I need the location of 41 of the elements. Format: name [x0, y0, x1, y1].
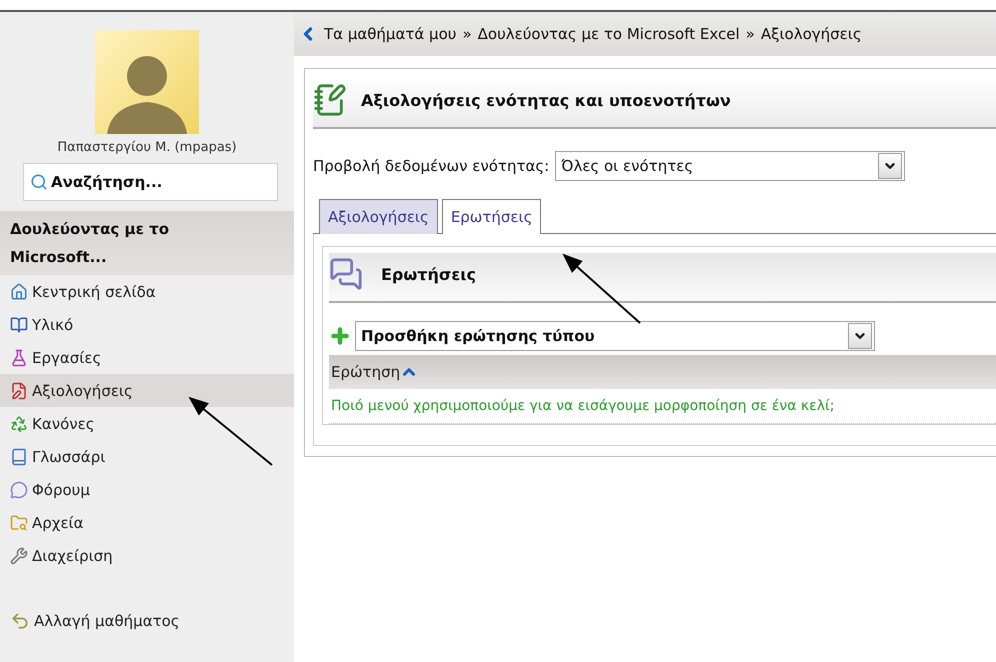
user-name: Παπαστεργίου Μ. (mpapas): [56, 140, 238, 155]
notepad-pencil-icon: [10, 382, 28, 400]
filter-label: Προβολή δεδομένων ενότητας:: [313, 157, 550, 175]
question-link[interactable]: Ποιό μενού χρησιμοποιούμε για να εισάγουμε μορφοποίηση σε ένα κελί;: [329, 389, 996, 424]
column-header[interactable]: Ερώτηση: [329, 355, 996, 389]
breadcrumb-link[interactable]: Δουλεύοντας με το Microsoft Excel: [478, 25, 740, 43]
plus-icon: [329, 325, 351, 347]
curved-arrow-icon: [10, 610, 30, 630]
tab[interactable]: Αξιολογήσεις: [319, 199, 438, 234]
flask-icon: [10, 348, 28, 366]
change-course-link[interactable]: Αλλαγή μαθήματος: [0, 604, 294, 637]
speech-bubble-icon: [10, 480, 28, 498]
wrench-icon: [10, 546, 28, 564]
sidebar-item[interactable]: Γλωσσάρι: [0, 440, 294, 473]
sidebar-item[interactable]: Φόρουμ: [0, 473, 294, 506]
folder-magnifier-icon: [10, 514, 28, 532]
question-type-dropdown[interactable]: Προσθήκη ερώτησης τύπου: [355, 321, 875, 351]
sidebar-item[interactable]: Εργασίες: [0, 341, 294, 374]
sidebar-item[interactable]: Κεντρική σελίδα: [0, 275, 294, 308]
section-title: Ερωτήσεις: [381, 264, 476, 284]
breadcrumb-link[interactable]: Αξιολογήσεις: [760, 25, 862, 43]
sidebar-item[interactable]: Υλικό: [0, 308, 294, 341]
breadcrumb-separator: »: [746, 25, 755, 43]
breadcrumb-separator: »: [462, 25, 472, 43]
question-bubbles-icon: [329, 257, 363, 291]
sidebar-item[interactable]: Αξιολογήσεις: [0, 374, 294, 407]
section-dropdown[interactable]: Όλες οι ενότητες: [555, 151, 906, 181]
sidebar-item[interactable]: Διαχείριση: [0, 539, 294, 572]
breadcrumb-link[interactable]: Τα μαθήματά μου: [324, 25, 456, 43]
tab[interactable]: Ερωτήσεις: [442, 199, 542, 234]
search-icon: [30, 173, 48, 191]
search-field[interactable]: Αναζήτηση...: [23, 163, 278, 201]
house-icon: [10, 282, 28, 300]
recycle-icon: [10, 414, 28, 432]
book-icon: [10, 316, 28, 334]
course-title: Δουλεύοντας με το Microsoft...: [0, 211, 294, 275]
panel-title: Αξιολογήσεις ενότητας και υποενοτήτων: [361, 90, 731, 110]
sidebar-item[interactable]: Αρχεία: [0, 506, 294, 539]
sidebar-item[interactable]: Κανόνες: [0, 407, 294, 440]
notepad-pencil-icon: [313, 83, 347, 117]
book-icon: [10, 448, 28, 466]
